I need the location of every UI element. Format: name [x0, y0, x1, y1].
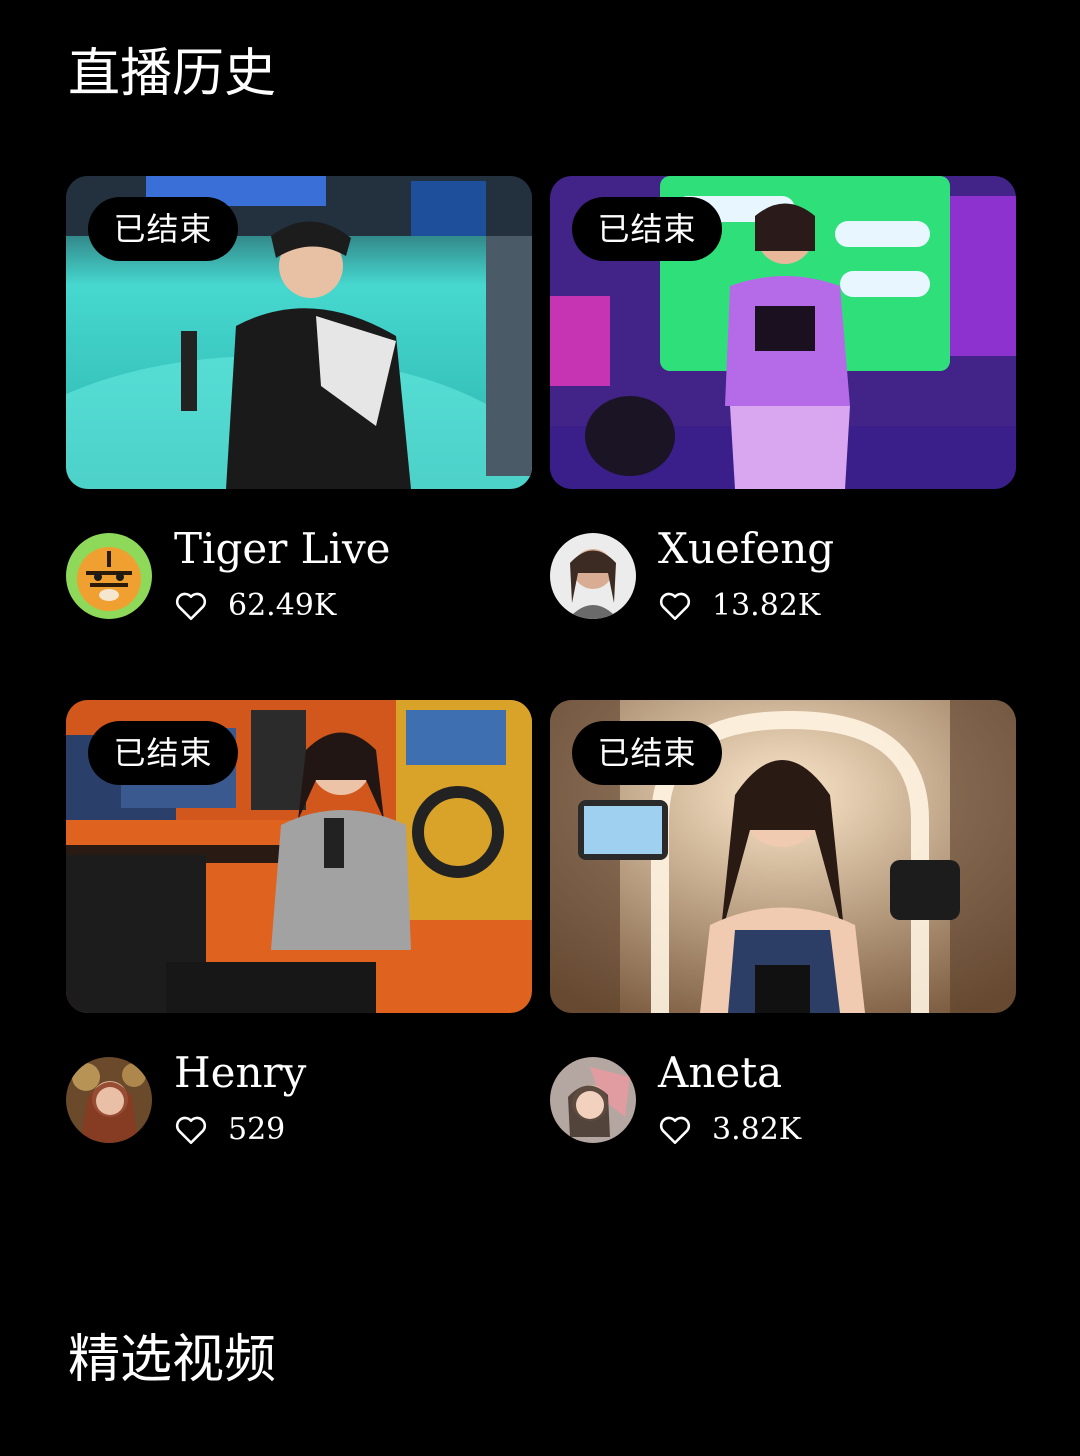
stream-thumbnail[interactable]: 已结束 — [550, 176, 1016, 489]
avatar[interactable] — [550, 1057, 636, 1143]
author-name: Tiger Live — [174, 524, 391, 573]
like-stat: 3.82K — [658, 1110, 801, 1150]
section-title-featured-videos: 精选视频 — [68, 1330, 277, 1390]
heart-outline-icon — [659, 1116, 691, 1145]
like-count: 13.82K — [712, 588, 821, 623]
like-count: 62.49K — [228, 588, 337, 623]
ended-status-badge: 已结束 — [572, 721, 722, 785]
live-history-card[interactable]: 已结束 Henry 529 — [66, 700, 532, 1160]
author-name: Henry — [174, 1048, 307, 1097]
avatar[interactable] — [550, 533, 636, 619]
stream-thumbnail[interactable]: 已结束 — [550, 700, 1016, 1013]
like-stat: 529 — [174, 1110, 285, 1150]
live-history-card[interactable]: 已结束 Tiger Live 62.49K — [66, 176, 532, 636]
like-count: 3.82K — [712, 1112, 802, 1147]
ended-status-badge: 已结束 — [88, 721, 238, 785]
like-stat: 62.49K — [174, 586, 336, 626]
live-history-card[interactable]: 已结束 Xuefeng 13.82K — [550, 176, 1016, 636]
stream-thumbnail[interactable]: 已结束 — [66, 700, 532, 1013]
heart-outline-icon — [175, 1116, 207, 1145]
heart-outline-icon — [175, 592, 207, 621]
avatar[interactable] — [66, 1057, 152, 1143]
author-name: Aneta — [658, 1048, 783, 1097]
author-name: Xuefeng — [658, 524, 835, 573]
live-history-card[interactable]: 已结束 Aneta 3.82K — [550, 700, 1016, 1160]
like-count: 529 — [228, 1112, 286, 1147]
ended-status-badge: 已结束 — [572, 197, 722, 261]
stream-thumbnail[interactable]: 已结束 — [66, 176, 532, 489]
like-stat: 13.82K — [658, 586, 820, 626]
avatar[interactable] — [66, 533, 152, 619]
heart-outline-icon — [659, 592, 691, 621]
section-title-live-history: 直播历史 — [68, 44, 277, 104]
ended-status-badge: 已结束 — [88, 197, 238, 261]
